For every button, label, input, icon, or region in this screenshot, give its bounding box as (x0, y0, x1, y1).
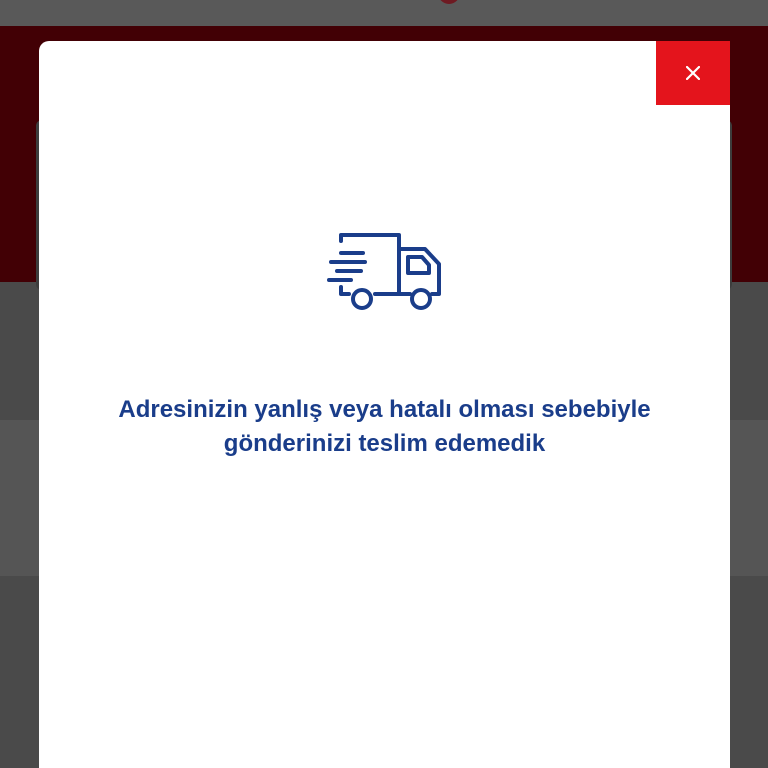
message-line-1: Adresinizin yanlış veya hatalı olması se… (118, 396, 651, 423)
app-screen: Adresinizin yanlış veya hatalı olması se… (0, 0, 768, 768)
close-button[interactable] (656, 41, 730, 105)
delivery-failed-modal: Adresinizin yanlış veya hatalı olması se… (39, 41, 730, 768)
message-line-2: gönderinizi teslim edemedik (223, 430, 546, 457)
delivery-failed-message: Adresinizin yanlış veya hatalı olması se… (59, 393, 710, 461)
background-top-bar (0, 0, 768, 26)
background-logo (438, 0, 460, 4)
delivery-truck-icon (327, 233, 441, 310)
close-icon (686, 66, 700, 80)
